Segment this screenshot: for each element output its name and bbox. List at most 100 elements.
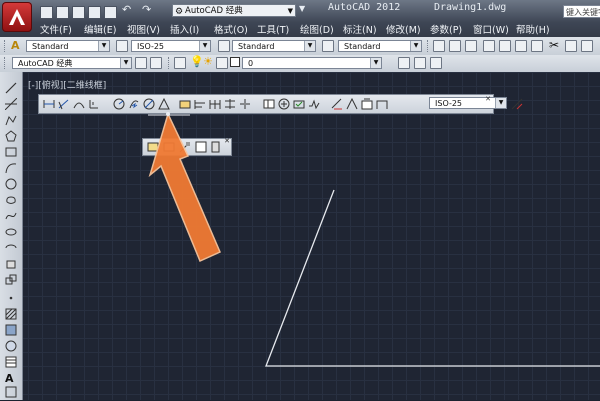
jogged-linear-icon[interactable]: [308, 98, 320, 110]
add-selected-icon[interactable]: [5, 386, 17, 398]
baseline-icon[interactable]: [194, 98, 206, 110]
search-input[interactable]: 键入关键字: [563, 5, 600, 18]
toolbar-grip[interactable]: [4, 40, 8, 52]
redo-icon[interactable]: ↷: [142, 3, 151, 16]
menu-view[interactable]: 视图(V): [127, 22, 160, 36]
multileader-icon[interactable]: [179, 141, 191, 153]
menu-parameters[interactable]: 参数(P): [430, 22, 462, 36]
properties-icon[interactable]: [195, 141, 207, 153]
text-icon[interactable]: [163, 141, 175, 153]
ellipse-icon[interactable]: [5, 226, 17, 238]
close-icon[interactable]: ✕: [224, 137, 230, 145]
construction-line-icon[interactable]: [4, 97, 18, 111]
table-icon[interactable]: [5, 356, 17, 368]
jogged-icon[interactable]: [128, 98, 140, 110]
toolbar-grip[interactable]: [168, 57, 172, 69]
3d-dwf-icon[interactable]: [531, 40, 543, 52]
workspace-settings-icon[interactable]: [135, 57, 147, 69]
cut-icon[interactable]: ✂: [549, 38, 559, 52]
toolbar-dim-style-select[interactable]: ISO-25 ▼: [429, 97, 507, 109]
toolbar-grip[interactable]: [427, 40, 431, 52]
save-icon[interactable]: [72, 6, 85, 19]
lock-icon[interactable]: [216, 57, 228, 69]
insert-block-icon[interactable]: [5, 258, 17, 270]
menu-insert[interactable]: 插入(I): [170, 22, 199, 36]
new-icon[interactable]: [433, 40, 445, 52]
customize-quick-access-icon[interactable]: ▼: [299, 4, 305, 13]
region-icon[interactable]: [5, 340, 17, 352]
dim-style-select[interactable]: ISO-25 ▼: [131, 40, 211, 52]
layer-state-icon[interactable]: [430, 57, 442, 69]
dim-edit-icon[interactable]: [331, 98, 343, 110]
sun-icon[interactable]: ☀: [203, 55, 213, 68]
save-as-icon[interactable]: [88, 6, 101, 19]
menu-window[interactable]: 窗口(W): [473, 22, 509, 36]
point-icon[interactable]: [5, 292, 17, 304]
dim-break-icon[interactable]: [239, 98, 251, 110]
quick-dim-icon[interactable]: [179, 98, 191, 110]
line-icon[interactable]: [5, 82, 17, 94]
drawing-canvas[interactable]: [0, 72, 600, 400]
aligned-dim-icon[interactable]: [58, 98, 70, 110]
inspection-icon[interactable]: [293, 98, 305, 110]
angular-icon[interactable]: [158, 98, 170, 110]
copy-icon[interactable]: [565, 40, 577, 52]
gradient-icon[interactable]: [5, 324, 17, 336]
multileader-style-select[interactable]: Standard ▼: [338, 40, 422, 52]
ellipse-arc-icon[interactable]: [5, 242, 17, 254]
layer-previous-icon[interactable]: [414, 57, 426, 69]
table-icon[interactable]: [147, 141, 159, 153]
linear-dim-icon[interactable]: [43, 98, 55, 110]
hatch-icon[interactable]: [5, 308, 17, 320]
circle-icon[interactable]: [5, 178, 17, 190]
menu-help[interactable]: 帮助(H): [516, 22, 550, 36]
multiline-text-icon[interactable]: A: [5, 372, 17, 385]
style-icon[interactable]: [211, 141, 221, 153]
open-icon[interactable]: [449, 40, 461, 52]
save-icon[interactable]: [465, 40, 477, 52]
menu-draw[interactable]: 绘图(D): [300, 22, 334, 36]
diameter-icon[interactable]: [143, 98, 155, 110]
undo-icon[interactable]: ↶: [122, 3, 131, 16]
print-icon[interactable]: [104, 6, 117, 19]
dim-text-edit-icon[interactable]: [346, 98, 358, 110]
paste-icon[interactable]: [581, 40, 593, 52]
preview-icon[interactable]: [499, 40, 511, 52]
menu-modify[interactable]: 修改(M): [386, 22, 421, 36]
menu-edit[interactable]: 编辑(E): [84, 22, 116, 36]
toolbar-grip[interactable]: [4, 57, 8, 69]
new-file-icon[interactable]: [40, 6, 53, 19]
make-current-layer-icon[interactable]: [398, 57, 410, 69]
tolerance-icon[interactable]: [263, 98, 275, 110]
menu-tools[interactable]: 工具(T): [257, 22, 289, 36]
make-block-icon[interactable]: [5, 274, 17, 286]
plot-icon[interactable]: [483, 40, 495, 52]
arc-length-icon[interactable]: [73, 98, 85, 110]
lightbulb-icon[interactable]: 💡: [190, 55, 204, 68]
layer-select[interactable]: 0 ▼: [242, 57, 382, 69]
workspace-select-secondary[interactable]: AutoCAD 经典 ▼: [12, 57, 132, 69]
close-icon[interactable]: ✕: [485, 95, 491, 103]
publish-icon[interactable]: [515, 40, 527, 52]
revision-cloud-icon[interactable]: [5, 194, 17, 206]
ordinate-icon[interactable]: [88, 98, 100, 110]
dim-space-icon[interactable]: [224, 98, 236, 110]
rectangle-icon[interactable]: [5, 146, 17, 158]
polygon-icon[interactable]: [5, 130, 17, 142]
dim-update-icon[interactable]: [361, 98, 373, 110]
menu-dimension[interactable]: 标注(N): [343, 22, 377, 36]
workspace-custom-icon[interactable]: [150, 57, 162, 69]
center-mark-icon[interactable]: [278, 98, 290, 110]
polyline-icon[interactable]: [5, 114, 17, 126]
spline-icon[interactable]: [5, 210, 17, 222]
viewport-controls-label[interactable]: [-][俯视][二维线框]: [28, 78, 106, 91]
dimension-style-icon[interactable]: [511, 98, 523, 110]
menu-file[interactable]: 文件(F): [40, 22, 72, 36]
menu-format[interactable]: 格式(O): [214, 22, 248, 36]
open-file-icon[interactable]: [56, 6, 69, 19]
radius-icon[interactable]: [113, 98, 125, 110]
text-style-select[interactable]: Standard ▼: [26, 40, 110, 52]
arc-icon[interactable]: [5, 162, 17, 174]
continue-icon[interactable]: [209, 98, 221, 110]
workspace-select[interactable]: ⚙ AutoCAD 经典 ▼: [172, 4, 296, 17]
